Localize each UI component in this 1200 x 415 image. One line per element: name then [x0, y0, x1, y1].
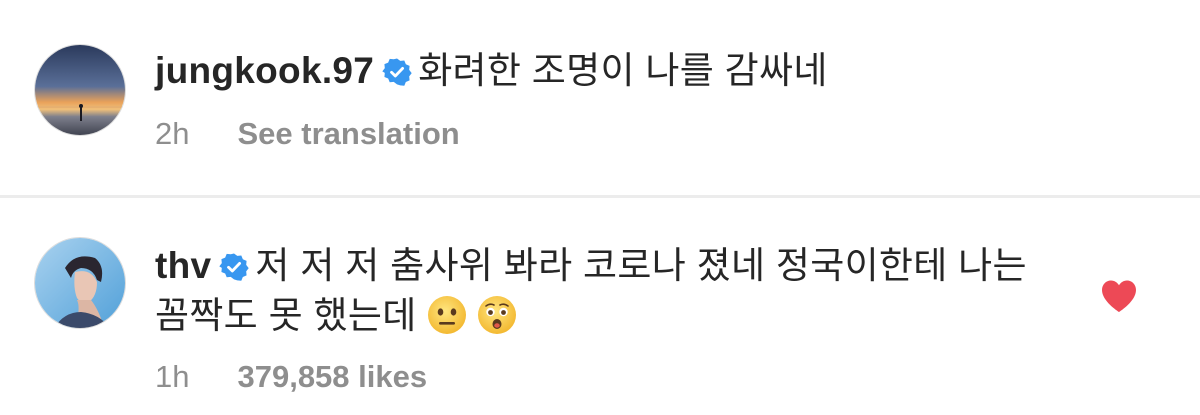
comment-meta: 1h 379,858 likes: [155, 359, 427, 395]
likes-count-button[interactable]: 379,858 likes: [237, 359, 427, 394]
comment-meta: 2h See translation: [155, 116, 460, 152]
profile-portrait-avatar: [35, 238, 125, 328]
comment-item: thv 저 저 저 춤사위 봐라 코로나 졌네 정국이한테 나는 꼼짝도 못 했는…: [0, 199, 1200, 415]
comment-timestamp: 2h: [155, 116, 190, 151]
comment-body: thv 저 저 저 춤사위 봐라 코로나 졌네 정국이한테 나는 꼼짝도 못 했는…: [155, 241, 1050, 341]
comment-body: jungkook.97 화려한 조명이 나를 감싸네: [155, 46, 1050, 96]
comment-text: 저 저 저 춤사위 봐라 코로나 졌네 정국이한테 나는 꼼짝도 못 했는데: [155, 245, 1027, 336]
comment-timestamp: 1h: [155, 359, 190, 394]
neutral-face-emoji-icon: [427, 295, 467, 335]
comment-divider: [0, 195, 1200, 198]
comment-text: 화려한 조명이 나를 감싸네: [418, 50, 828, 91]
like-heart-icon[interactable]: [1100, 279, 1138, 313]
see-translation-button[interactable]: See translation: [237, 116, 459, 151]
verified-badge-icon: [382, 57, 412, 87]
avatar[interactable]: [34, 44, 126, 136]
comment-username[interactable]: jungkook.97: [155, 50, 374, 91]
avatar[interactable]: [34, 237, 126, 329]
comment-item: jungkook.97 화려한 조명이 나를 감싸네 2h See translat…: [0, 0, 1200, 196]
hushed-face-emoji-icon: [477, 295, 517, 335]
sunset-silhouette-avatar: [35, 45, 125, 135]
verified-badge-icon: [219, 252, 250, 282]
comment-username[interactable]: thv: [155, 245, 211, 286]
